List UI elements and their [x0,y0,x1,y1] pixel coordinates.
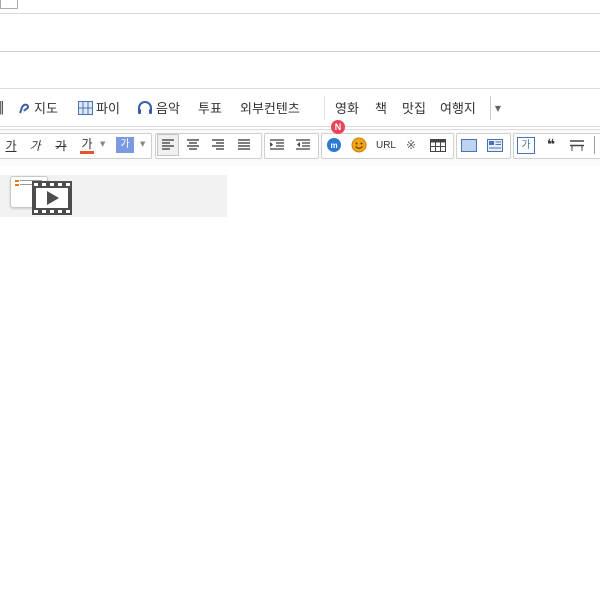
align-right-button[interactable] [207,134,229,156]
video-icon[interactable] [32,181,72,219]
align-right-icon [212,139,224,150]
box-icon [461,138,477,152]
align-left-icon [162,139,174,150]
insert-music-label: 음악 [156,102,180,117]
horizontal-rule-icon [570,139,584,151]
insert-poll-button[interactable]: 투표 [198,89,222,126]
font-color-button[interactable]: 가 [76,134,98,156]
insert-movie-label: 영화 [335,102,359,117]
align-justify-icon [238,139,250,150]
insert-book-button[interactable]: 책 [375,89,387,126]
divider [324,96,325,120]
speech-bubble-icon: m [327,138,341,152]
layout-icon [487,138,503,152]
italic-button[interactable]: 가 [24,134,46,156]
truncated-item[interactable]: ‖ [0,89,5,126]
insert-travel-button[interactable]: 여행지 [440,89,476,126]
insert-map-button[interactable]: 지도 [17,89,58,126]
indent-button[interactable] [266,134,288,156]
font-size-button[interactable]: 가 [0,134,22,156]
table-grid-icon [78,100,93,115]
special-char-button[interactable]: ※ [400,134,422,156]
strikethrough-button[interactable]: 가 [50,134,72,156]
insert-url-button[interactable]: URL [373,134,399,156]
naver-widget-button[interactable]: m [323,134,345,156]
truncated-button[interactable] [594,136,600,154]
align-left-button[interactable] [157,134,179,156]
outdent-icon [296,139,310,150]
insert-poll-label: 투표 [198,102,222,117]
insert-restaurant-label: 맛집 [402,102,426,117]
table-icon [430,138,446,152]
chevron-down-icon: ▼ [494,103,502,113]
insert-travel-label: 여행지 [440,102,476,117]
chevron-down-icon[interactable]: ▼ [100,140,105,148]
svg-text:m: m [330,141,337,150]
box-style-button[interactable] [458,134,480,156]
smiley-icon [351,137,367,153]
insert-toolbar: ‖ 지도 파이 음악 투표 외부컨텐츠 영화 책 맛집 여행지 [0,88,600,127]
insert-table-grid-button[interactable] [427,134,449,156]
window-top-strip [0,0,600,14]
align-justify-button[interactable] [233,134,255,156]
indent-icon [270,139,284,150]
insert-table-button[interactable]: 파이 [78,89,120,126]
outdent-button[interactable] [292,134,314,156]
map-pin-icon [17,101,31,115]
insert-map-label: 지도 [34,102,58,117]
insert-table-label: 파이 [96,102,120,117]
align-center-button[interactable] [182,134,204,156]
quote-button[interactable]: ❝ [540,134,562,156]
new-badge: N [331,120,345,134]
layout-template-button[interactable] [484,134,506,156]
quote-icon: ❝ [546,137,556,153]
bg-color-button[interactable]: 가 [114,134,136,156]
insert-external-content-button[interactable]: 외부컨텐츠 [240,89,300,126]
top-tab[interactable] [0,0,18,9]
title-input-area[interactable] [0,14,600,51]
quote-style-button[interactable]: 가 [515,134,537,156]
chevron-down-icon[interactable]: ▼ [140,140,145,148]
editor-content-area[interactable] [0,166,600,600]
align-center-icon [187,139,199,150]
horizontal-line-button[interactable] [566,134,588,156]
insert-book-label: 책 [375,102,387,117]
headphones-icon [137,100,153,115]
more-dropdown-button[interactable]: ▼ [490,96,505,120]
insert-external-content-label: 외부컨텐츠 [240,102,300,117]
font-color-bar [80,150,94,154]
insert-music-button[interactable]: 음악 [137,89,180,126]
emoticon-button[interactable] [348,134,370,156]
insert-restaurant-button[interactable]: 맛집 [402,89,426,126]
divider [0,51,600,52]
